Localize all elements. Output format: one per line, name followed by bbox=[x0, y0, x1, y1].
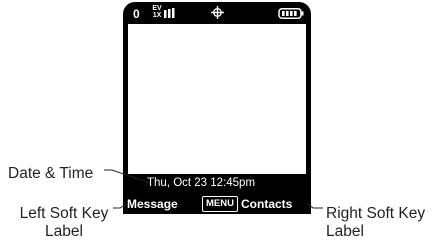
right-soft-key-callout-line2: Label bbox=[326, 223, 364, 240]
left-soft-key-label[interactable]: Message bbox=[127, 196, 178, 212]
phone-screen: 0 EV 1X Thu, Oct 23 12:45pm Message MENU … bbox=[123, 2, 311, 214]
battery-full-icon bbox=[278, 8, 304, 19]
date-time-callout: Date & Time bbox=[8, 165, 93, 183]
left-soft-key-callout: Left Soft Key Label bbox=[6, 205, 122, 241]
date-time-callout-text: Date & Time bbox=[8, 165, 94, 182]
right-soft-key-callout: Right Soft Key Label bbox=[326, 205, 438, 241]
menu-key-label[interactable]: MENU bbox=[202, 196, 238, 212]
right-soft-key-label[interactable]: Contacts bbox=[241, 196, 292, 212]
status-bar: 0 EV 1X bbox=[123, 2, 311, 24]
soft-key-bar: Message MENU Contacts bbox=[123, 194, 311, 214]
signal-strength-icon bbox=[164, 8, 175, 18]
date-time-readout: Thu, Oct 23 12:45pm bbox=[147, 177, 256, 189]
left-soft-key-callout-line2: Label bbox=[45, 223, 83, 240]
ev-1x-network-icon: EV 1X bbox=[152, 5, 162, 19]
right-soft-key-callout-line1: Right Soft Key bbox=[326, 205, 426, 222]
display-area bbox=[128, 24, 306, 174]
left-soft-key-callout-line1: Left Soft Key bbox=[19, 205, 109, 222]
location-crosshair-icon bbox=[211, 6, 224, 19]
status-digit: 0 bbox=[133, 7, 140, 21]
